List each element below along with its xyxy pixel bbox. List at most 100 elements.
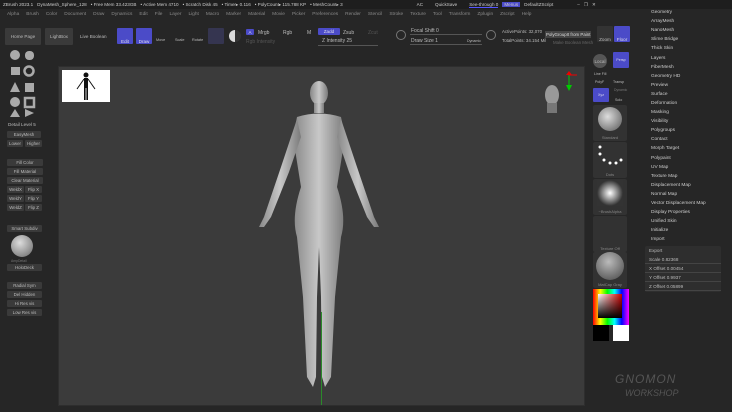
menu-help[interactable]: Help bbox=[522, 12, 532, 17]
color-picker[interactable] bbox=[593, 289, 629, 325]
menu-picker[interactable]: Picker bbox=[292, 12, 305, 17]
lightbox-button[interactable]: LightBox bbox=[45, 28, 73, 45]
gizmo-icon[interactable] bbox=[208, 28, 224, 44]
primitives-icon-grid[interactable] bbox=[8, 48, 38, 118]
easymesh-button[interactable]: EasyMesh bbox=[7, 131, 41, 138]
floor-button[interactable]: Floor bbox=[614, 26, 630, 42]
subpalette-displacement-map[interactable]: Displacement Map bbox=[648, 181, 732, 190]
z-offset-slider[interactable]: Z Offset 0.05899 bbox=[645, 282, 721, 291]
menu-preferences[interactable]: Preferences bbox=[312, 12, 338, 17]
subpalette-vector-displacement-map[interactable]: Vector Displacement Map bbox=[648, 199, 732, 208]
flipy-button[interactable]: Flip Y bbox=[25, 195, 42, 202]
low-res-vis-button[interactable]: Low Res vis bbox=[7, 309, 42, 316]
flipz-button[interactable]: Flip Z bbox=[25, 204, 42, 211]
home-page-button[interactable]: Home Page bbox=[5, 28, 41, 45]
menu-draw[interactable]: Draw bbox=[93, 12, 104, 17]
dots-stroke-button[interactable]: Dots bbox=[593, 142, 627, 178]
flipx-button[interactable]: Flip X bbox=[25, 186, 42, 193]
line-fill-button[interactable]: Line Fill bbox=[594, 72, 606, 76]
fill-color-button[interactable]: Fill Color bbox=[7, 159, 43, 166]
menu-document[interactable]: Document bbox=[64, 12, 86, 17]
radial-sym-button[interactable]: Radial Sym bbox=[7, 282, 42, 289]
menu-edit[interactable]: Edit bbox=[139, 12, 147, 17]
hi-res-vis-button[interactable]: Hi Res vis bbox=[7, 300, 42, 307]
rgb-intensity-slider[interactable]: Rgb Intensity bbox=[246, 39, 275, 45]
zadd-button[interactable]: Zadd bbox=[318, 28, 340, 35]
texture-button[interactable]: Texture Off bbox=[593, 216, 627, 252]
color-square[interactable] bbox=[598, 294, 622, 318]
subpalette-surface[interactable]: Surface bbox=[648, 90, 732, 99]
menu-brush[interactable]: Brush bbox=[26, 12, 39, 17]
draw-size-track[interactable] bbox=[410, 44, 482, 45]
menu-texture[interactable]: Texture bbox=[410, 12, 426, 17]
z-intensity-track[interactable] bbox=[318, 45, 378, 46]
brush-alpha-button[interactable]: ~BrushAlpha bbox=[593, 179, 627, 215]
menu-transform[interactable]: Transform bbox=[449, 12, 471, 17]
subpalette-visibility[interactable]: Visibility bbox=[648, 117, 732, 126]
detail-level-slider[interactable]: Detail Level 5 bbox=[8, 122, 36, 127]
matcap-button[interactable]: MatCap Gray bbox=[593, 252, 627, 288]
lower-button[interactable]: Lower bbox=[7, 140, 23, 147]
scale-button[interactable]: Scale bbox=[175, 38, 185, 42]
subpalette-geometry[interactable]: Geometry bbox=[648, 8, 732, 17]
holodeck-button[interactable]: HoloDeck bbox=[7, 264, 42, 271]
menu-zplugin[interactable]: Zplugin bbox=[477, 12, 493, 17]
menu-light[interactable]: Light bbox=[188, 12, 198, 17]
subpalette-polygroups[interactable]: Polygroups bbox=[648, 126, 732, 135]
polyf-button[interactable]: PolyF bbox=[595, 80, 604, 84]
zcut-button[interactable]: Zcut bbox=[368, 30, 378, 36]
main-color-swatch[interactable] bbox=[593, 325, 609, 341]
persp-button[interactable]: Persp bbox=[613, 52, 629, 68]
menu-stroke[interactable]: Stroke bbox=[389, 12, 403, 17]
m-button[interactable]: M bbox=[307, 30, 311, 36]
live-boolean-button[interactable]: Live Boolean bbox=[80, 34, 107, 39]
rgb-button[interactable]: Rgb bbox=[283, 30, 292, 36]
minimize-icon[interactable]: – bbox=[577, 2, 580, 7]
subpalette-uv-map[interactable]: UV Map bbox=[648, 163, 732, 172]
see-through-slider[interactable]: See-through 0 bbox=[469, 2, 499, 8]
solo-button[interactable]: Solo bbox=[615, 98, 622, 102]
menu-stencil[interactable]: Stencil bbox=[368, 12, 382, 17]
menu-alpha[interactable]: Alpha bbox=[7, 12, 19, 17]
subpalette-arraymesh[interactable]: ArrayMesh bbox=[648, 17, 732, 26]
zoom-button[interactable]: Zoom bbox=[597, 26, 613, 42]
subpalette-deformation[interactable]: Deformation bbox=[648, 99, 732, 108]
subpalette-normal-map[interactable]: Normal Map bbox=[648, 190, 732, 199]
menu-render[interactable]: Render bbox=[345, 12, 361, 17]
fill-material-button[interactable]: Fill Material bbox=[7, 168, 43, 175]
close-icon[interactable]: ✕ bbox=[592, 2, 596, 8]
subpalette-import[interactable]: Import bbox=[648, 235, 732, 244]
make-boolean-mesh-button[interactable]: Make Boolean Mesh bbox=[553, 40, 593, 45]
smart-subdiv-button[interactable]: Smart Subdiv bbox=[7, 225, 42, 232]
subpalette-contact[interactable]: Contact bbox=[648, 135, 732, 144]
subpalette-texture-map[interactable]: Texture Map bbox=[648, 172, 732, 181]
subpalette-display-properties[interactable]: Display Properties bbox=[648, 208, 732, 217]
subpalette-slime-bridge[interactable]: Slime Bridge bbox=[648, 35, 732, 44]
standard-brush-button[interactable]: Standard bbox=[593, 105, 627, 141]
transp-button[interactable]: Transp bbox=[613, 80, 624, 84]
draw-button[interactable]: Draw bbox=[136, 28, 152, 44]
human-figure-model[interactable] bbox=[209, 77, 409, 407]
menu-dynamics[interactable]: Dynamics bbox=[111, 12, 132, 17]
move-button[interactable]: Move bbox=[156, 38, 165, 42]
subpalette-polypaint[interactable]: Polypaint bbox=[648, 154, 732, 163]
scale-slider[interactable]: Scale 0.82368 bbox=[645, 255, 721, 264]
rotate-button[interactable]: Rotate bbox=[192, 38, 203, 42]
export-button[interactable]: Export bbox=[645, 246, 721, 255]
weldy-button[interactable]: WeldY bbox=[7, 195, 24, 202]
edit-button[interactable]: Edit bbox=[117, 28, 133, 44]
menu-color[interactable]: Color bbox=[46, 12, 57, 17]
ac-label[interactable]: AC bbox=[417, 2, 423, 7]
menu-material[interactable]: Material bbox=[248, 12, 265, 17]
weldz-button[interactable]: WeldZ bbox=[7, 204, 24, 211]
local-button[interactable]: Local bbox=[593, 54, 607, 68]
secondary-color-swatch[interactable] bbox=[613, 325, 629, 341]
menu-movie[interactable]: Movie bbox=[272, 12, 285, 17]
y-offset-slider[interactable]: Y Offset 0.9937 bbox=[645, 273, 721, 282]
mrgb-button[interactable]: Mrgb bbox=[258, 30, 269, 36]
subpalette-masking[interactable]: Masking bbox=[648, 108, 732, 117]
subpalette-thick-skin[interactable]: Thick Skin bbox=[648, 44, 732, 53]
higher-button[interactable]: Higher bbox=[25, 140, 42, 147]
subpalette-geometry-hd[interactable]: Geometry HD bbox=[648, 72, 732, 81]
focal-shift-track[interactable] bbox=[410, 34, 482, 35]
